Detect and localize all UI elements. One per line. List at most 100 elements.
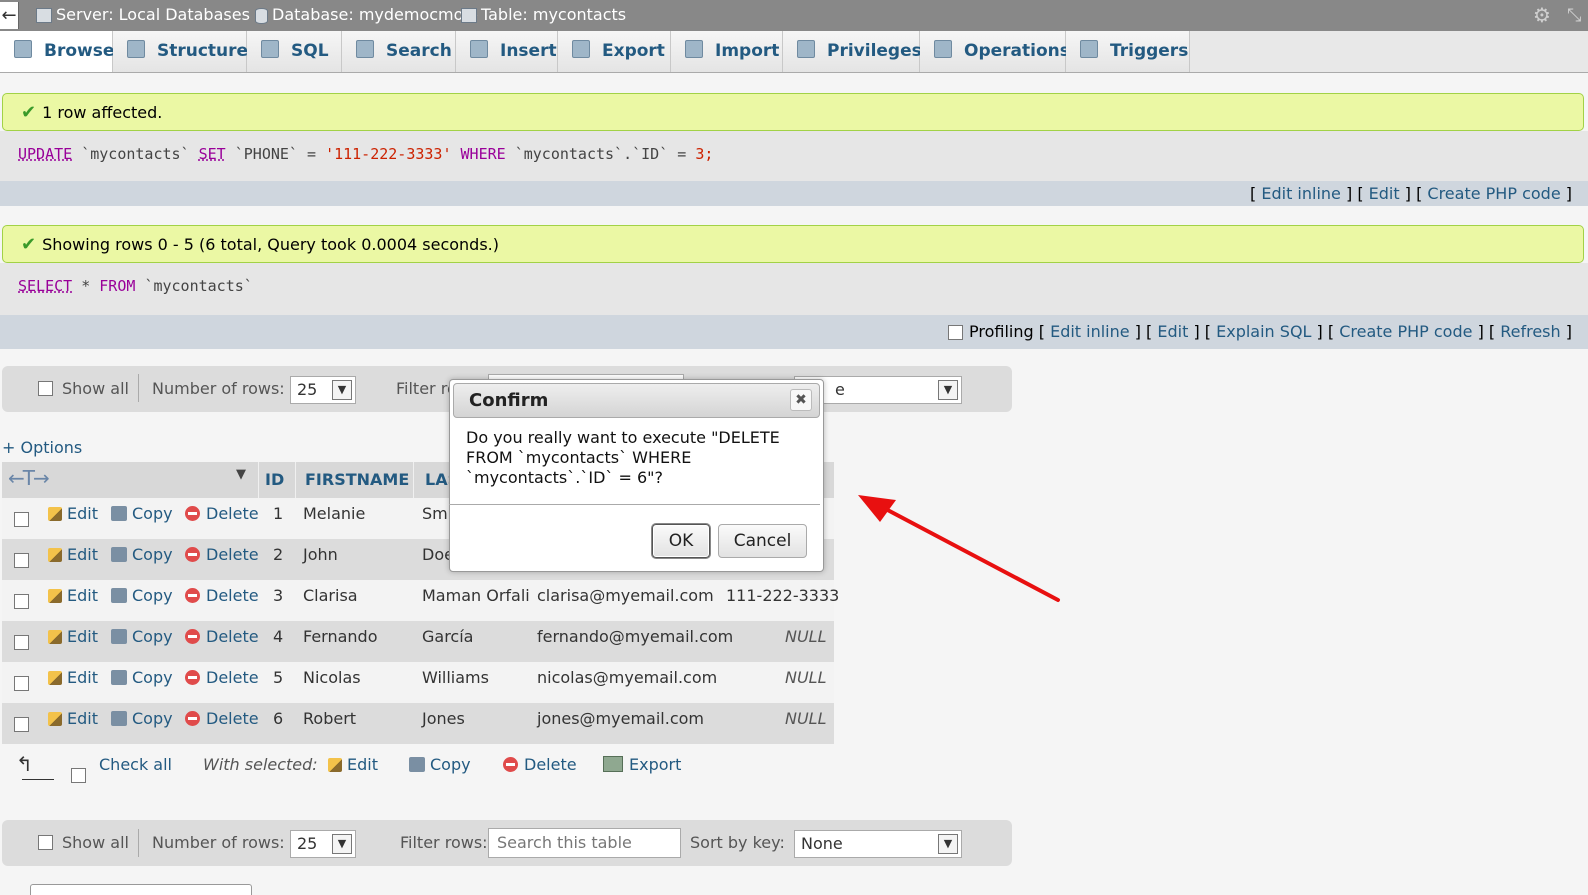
tab-operations[interactable]: Operations: [920, 31, 1070, 72]
ok-button[interactable]: OK: [652, 524, 710, 558]
row-edit-button[interactable]: Edit: [48, 668, 98, 687]
sql-keyword[interactable]: UPDATE: [18, 145, 72, 163]
row-checkbox[interactable]: [14, 717, 29, 732]
cell-id[interactable]: 5: [273, 668, 283, 688]
edit-inline-link[interactable]: Edit inline: [1261, 184, 1341, 203]
create-php-code-link[interactable]: Create PHP code: [1339, 322, 1472, 341]
cell-lastname[interactable]: García: [422, 627, 473, 647]
cell-firstname[interactable]: Fernando: [303, 627, 378, 647]
cell-firstname[interactable]: Robert: [303, 709, 356, 729]
cell-firstname[interactable]: Melanie: [303, 504, 365, 524]
cell-email[interactable]: nicolas@myemail.com: [537, 668, 717, 688]
cell-firstname[interactable]: Clarisa: [303, 586, 358, 606]
cell-email[interactable]: clarisa@myemail.com: [537, 586, 714, 606]
sort-by-key-select[interactable]: None ▼: [794, 830, 962, 858]
cell-lastname[interactable]: Maman Orfali: [422, 586, 530, 606]
back-button[interactable]: ←: [0, 2, 19, 29]
row-copy-button[interactable]: Copy: [111, 627, 173, 646]
edit-link[interactable]: Edit: [1157, 322, 1188, 341]
row-delete-button[interactable]: Delete: [185, 504, 259, 523]
cell-id[interactable]: 4: [273, 627, 283, 647]
edit-link[interactable]: Edit: [1369, 184, 1400, 203]
row-copy-button[interactable]: Copy: [111, 504, 173, 523]
cell-phone[interactable]: NULL: [785, 668, 827, 688]
breadcrumb-table[interactable]: Table: mycontacts: [461, 0, 626, 29]
profiling-checkbox[interactable]: [947, 325, 963, 340]
cell-phone[interactable]: NULL: [785, 627, 827, 647]
row-copy-button[interactable]: Copy: [111, 586, 173, 605]
row-checkbox[interactable]: [14, 594, 29, 609]
cell-email[interactable]: jones@myemail.com: [537, 709, 704, 729]
tab-sql[interactable]: SQL: [247, 31, 342, 72]
tab-triggers[interactable]: Triggers: [1066, 31, 1190, 72]
tab-privileges[interactable]: Privileges: [783, 31, 922, 72]
column-resize-icon[interactable]: ←T→: [8, 466, 50, 490]
row-copy-button[interactable]: Copy: [111, 668, 173, 687]
bulk-edit-button[interactable]: Edit: [328, 755, 378, 774]
row-delete-button[interactable]: Delete: [185, 545, 259, 564]
tab-export[interactable]: Export: [558, 31, 671, 72]
cancel-button[interactable]: Cancel: [718, 524, 807, 558]
row-copy-button[interactable]: Copy: [111, 709, 173, 728]
breadcrumb-server-label[interactable]: Server: Local Databases »: [56, 5, 265, 24]
cell-phone[interactable]: NULL: [785, 709, 827, 729]
row-edit-button[interactable]: Edit: [48, 504, 98, 523]
row-delete-button[interactable]: Delete: [185, 627, 259, 646]
cell-firstname[interactable]: John: [303, 545, 338, 565]
cell-id[interactable]: 2: [273, 545, 283, 565]
row-delete-button[interactable]: Delete: [185, 709, 259, 728]
breadcrumb-database[interactable]: Database: mydemocmo »: [255, 0, 478, 29]
gear-icon[interactable]: ⚙: [1533, 3, 1551, 27]
options-link[interactable]: + Options: [2, 438, 82, 457]
collapse-icon[interactable]: ⤡: [1567, 5, 1581, 26]
cell-lastname[interactable]: Jones: [422, 709, 465, 729]
sort-dropdown-icon[interactable]: ▼: [236, 467, 246, 482]
dialog-title-bar[interactable]: Confirm: [453, 383, 820, 418]
cell-id[interactable]: 3: [273, 586, 283, 606]
bulk-export-button[interactable]: Export: [603, 755, 681, 774]
row-edit-button[interactable]: Edit: [48, 709, 98, 728]
cell-lastname[interactable]: Williams: [422, 668, 489, 688]
row-checkbox[interactable]: [14, 635, 29, 650]
cell-firstname[interactable]: Nicolas: [303, 668, 361, 688]
row-delete-button[interactable]: Delete: [185, 586, 259, 605]
cell-email[interactable]: fernando@myemail.com: [537, 627, 733, 647]
cell-lastname[interactable]: Smi: [422, 504, 452, 524]
check-all-label[interactable]: Check all: [99, 755, 172, 774]
sql-keyword[interactable]: SET: [199, 145, 226, 163]
column-header-id[interactable]: ID: [265, 462, 284, 498]
breadcrumb-server[interactable]: Server: Local Databases »: [36, 0, 265, 29]
bulk-delete-button[interactable]: Delete: [503, 755, 577, 774]
row-edit-button[interactable]: Edit: [48, 586, 98, 605]
close-icon[interactable]: ✖: [790, 389, 812, 411]
create-php-code-link[interactable]: Create PHP code: [1427, 184, 1560, 203]
breadcrumb-database-label[interactable]: Database: mydemocmo »: [272, 5, 478, 24]
row-delete-button[interactable]: Delete: [185, 668, 259, 687]
refresh-link[interactable]: Refresh: [1500, 322, 1560, 341]
number-of-rows-select[interactable]: 25 ▼: [290, 830, 356, 858]
number-of-rows-select[interactable]: 25 ▼: [290, 376, 356, 404]
cell-id[interactable]: 1: [273, 504, 283, 524]
row-copy-button[interactable]: Copy: [111, 545, 173, 564]
tab-structure[interactable]: Structure: [113, 31, 248, 72]
show-all-checkbox[interactable]: [38, 381, 53, 396]
filter-rows-input[interactable]: Search this table: [488, 828, 681, 858]
row-checkbox[interactable]: [14, 553, 29, 568]
breadcrumb-table-label[interactable]: Table: mycontacts: [481, 5, 626, 24]
show-all-checkbox[interactable]: [38, 835, 53, 850]
bulk-copy-button[interactable]: Copy: [409, 755, 471, 774]
row-edit-button[interactable]: Edit: [48, 545, 98, 564]
sql-keyword[interactable]: SELECT: [18, 277, 72, 295]
tab-search[interactable]: Search: [342, 31, 456, 72]
cell-phone[interactable]: 111-222-3333: [726, 586, 839, 606]
cell-id[interactable]: 6: [273, 709, 283, 729]
tab-browse[interactable]: Browse: [0, 31, 114, 72]
check-all-checkbox[interactable]: [71, 768, 86, 783]
edit-inline-link[interactable]: Edit inline: [1050, 322, 1130, 341]
tab-insert[interactable]: Insert: [456, 31, 558, 72]
row-checkbox[interactable]: [14, 512, 29, 527]
explain-sql-link[interactable]: Explain SQL: [1216, 322, 1311, 341]
row-checkbox[interactable]: [14, 676, 29, 691]
column-header-firstname[interactable]: FIRSTNAME: [305, 462, 409, 498]
tab-import[interactable]: Import: [671, 31, 783, 72]
